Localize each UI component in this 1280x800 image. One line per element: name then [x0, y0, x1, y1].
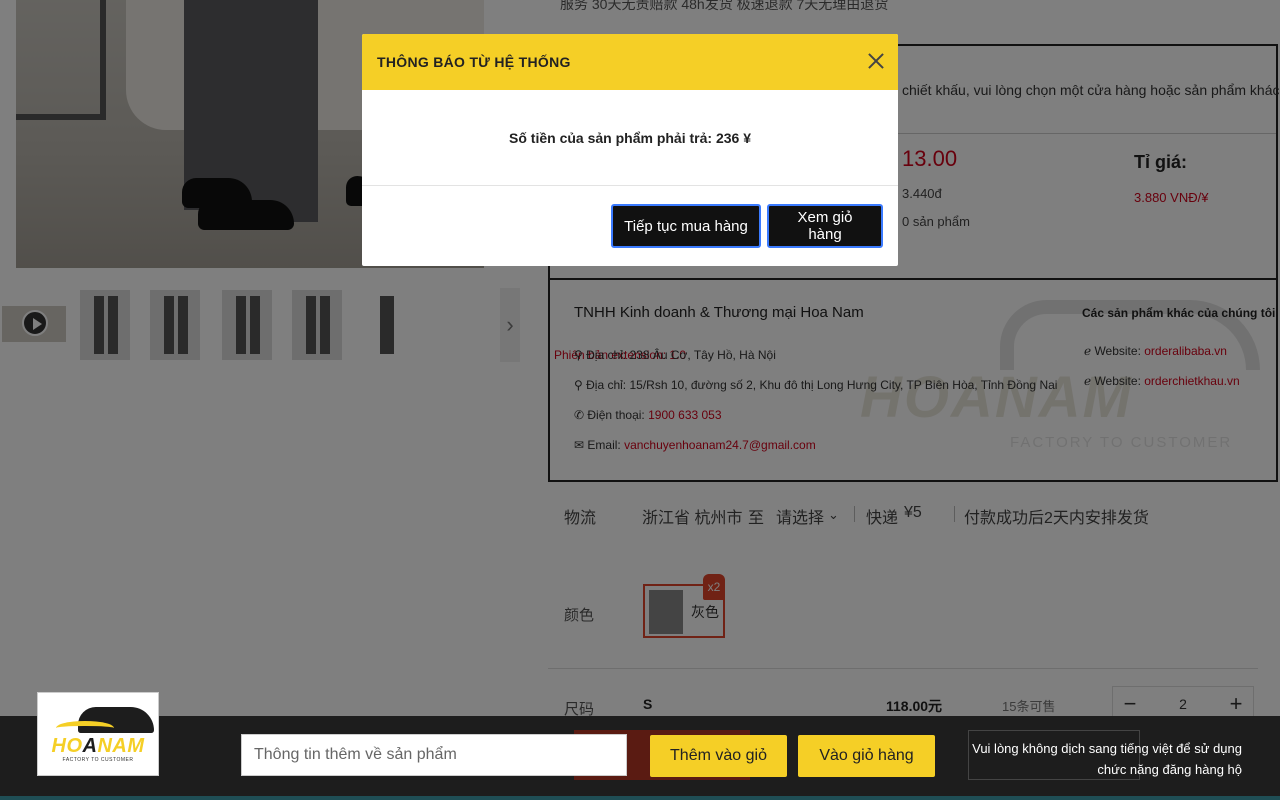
go-to-cart-button[interactable]: Vào giỏ hàng — [798, 735, 935, 777]
hoanam-logo: HOANAM FACTORY TO CUSTOMER — [37, 692, 159, 776]
view-cart-button[interactable]: Xem giỏ hàng — [767, 204, 883, 248]
system-notification-dialog: THÔNG BÁO TỪ HỆ THỐNG Số tiền của sản ph… — [362, 34, 898, 266]
add-to-cart-button[interactable]: Thêm vào giỏ — [650, 735, 787, 777]
dialog-header: THÔNG BÁO TỪ HỆ THỐNG — [362, 34, 898, 90]
logo-swoosh — [56, 721, 114, 735]
translation-warning: Vui lòng không dịch sang tiếng việt để s… — [972, 741, 1242, 777]
dialog-body: Số tiền của sản phẩm phải trả: 236 ¥ — [362, 90, 898, 186]
dialog-message: Số tiền của sản phẩm phải trả: 236 ¥ — [509, 130, 751, 146]
dialog-title: THÔNG BÁO TỪ HỆ THỐNG — [377, 54, 571, 70]
close-icon[interactable] — [866, 51, 886, 71]
logo-subtitle: FACTORY TO CUSTOMER — [62, 757, 134, 763]
product-info-input[interactable] — [241, 734, 627, 776]
continue-shopping-button[interactable]: Tiếp tục mua hàng — [611, 204, 761, 248]
toolbar-strip — [0, 796, 1280, 800]
logo-text: HOANAM — [51, 735, 145, 757]
